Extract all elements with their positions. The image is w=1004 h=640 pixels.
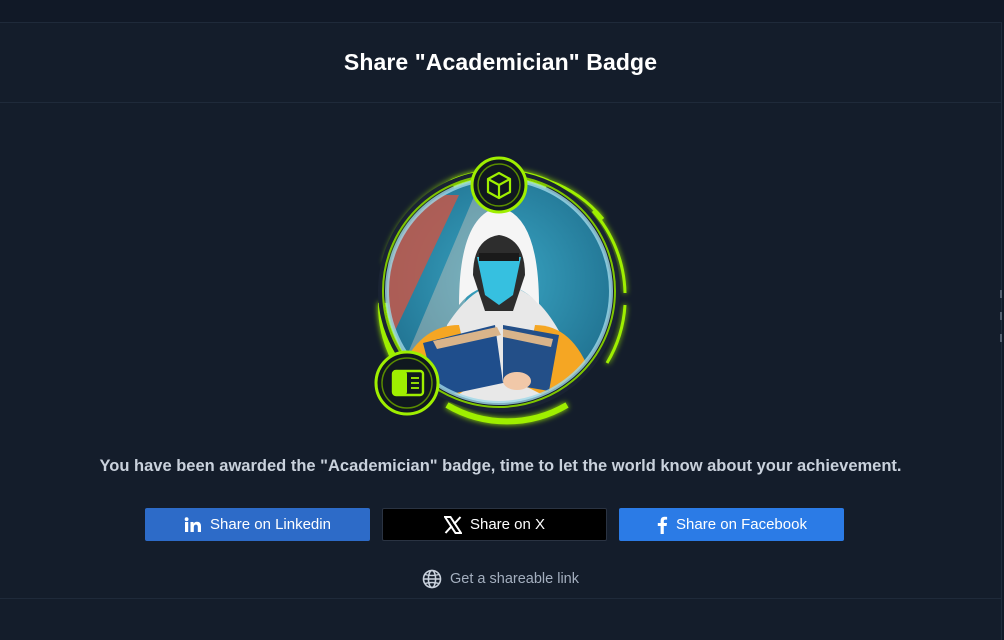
globe-icon (422, 569, 442, 589)
edge-mark (1000, 312, 1002, 320)
share-badge-modal: Share "Academician" Badge You have been … (0, 22, 1002, 640)
edge-mark (1000, 334, 1002, 342)
share-x-label: Share on X (469, 516, 546, 533)
share-facebook-button[interactable]: Share on Facebook (619, 508, 844, 541)
card-icon (374, 350, 440, 416)
share-facebook-label: Share on Facebook (676, 516, 807, 533)
x-icon (443, 515, 462, 534)
academician-badge (363, 135, 639, 431)
share-linkedin-label: Share on Linkedin (210, 516, 331, 533)
cube-icon (470, 156, 528, 214)
get-shareable-link[interactable]: Get a shareable link (0, 569, 1001, 589)
get-shareable-link-label: Get a shareable link (450, 571, 579, 587)
share-linkedin-button[interactable]: Share on Linkedin (145, 508, 370, 541)
modal-footer-divider (0, 598, 1001, 599)
badge-illustration (374, 156, 627, 425)
modal-title: Share "Academician" Badge (343, 49, 658, 75)
modal-header: Share "Academician" Badge (0, 23, 1001, 103)
edge-mark (1000, 290, 1002, 298)
background-edge-marks (1000, 290, 1004, 350)
share-x-button[interactable]: Share on X (382, 508, 607, 541)
linkedin-icon (184, 516, 202, 533)
facebook-icon (656, 516, 668, 534)
award-message: You have been awarded the "Academician" … (99, 457, 902, 475)
